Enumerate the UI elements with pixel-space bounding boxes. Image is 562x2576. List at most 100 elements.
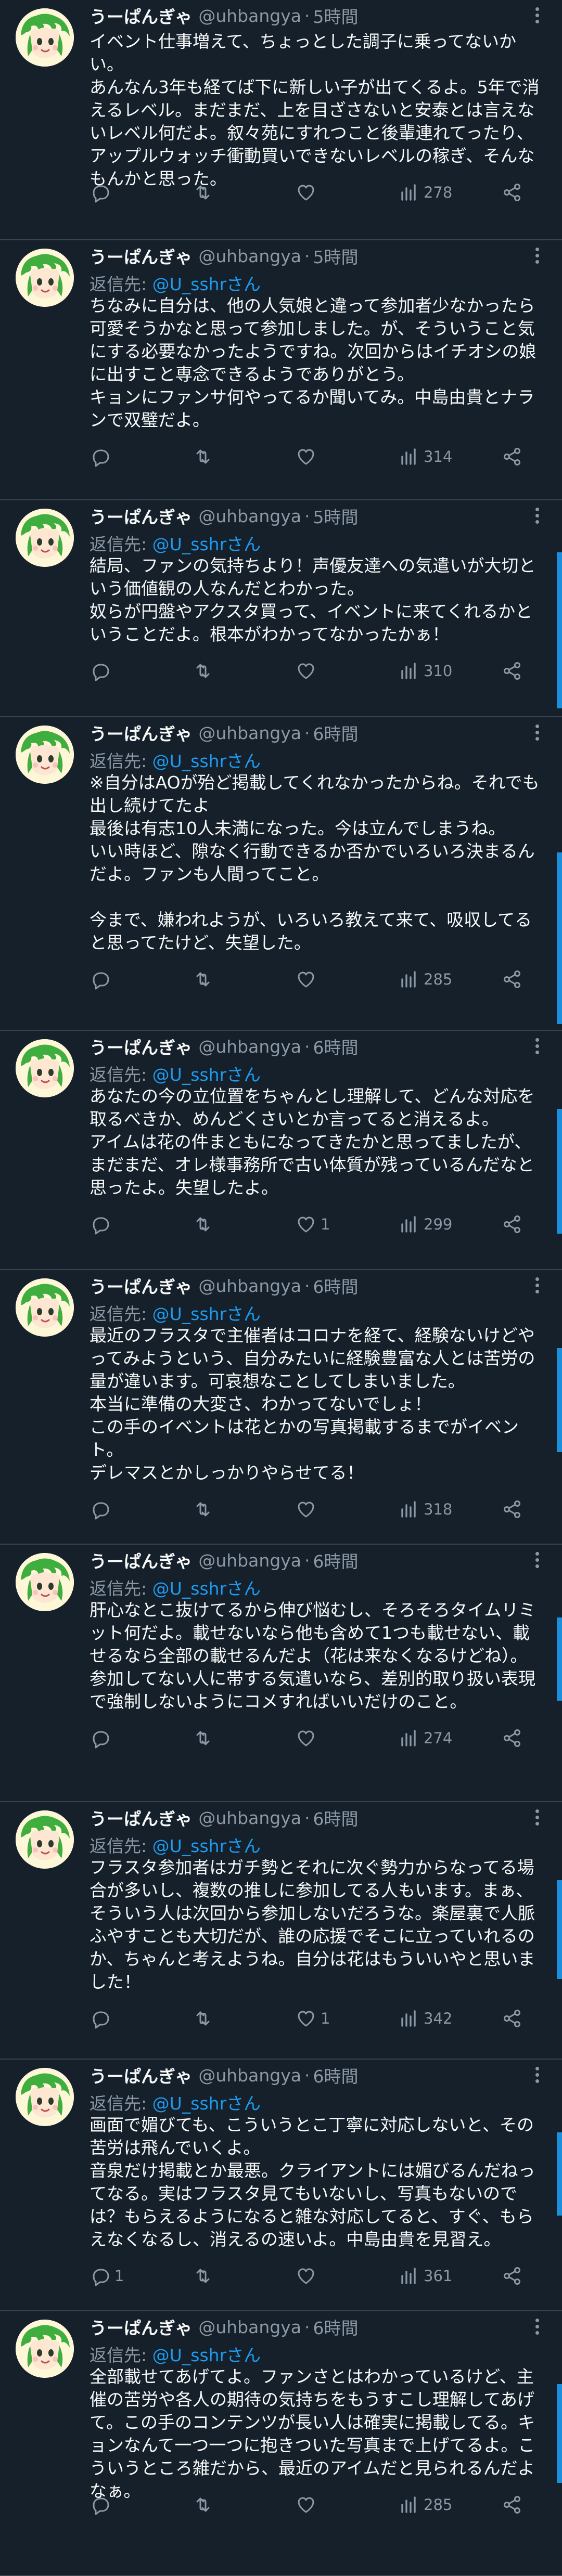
tweet[interactable]: うーぱんぎゃ @uhbangya · 6時間 返信先: @U_sshrさん あなたの今の立… — [0, 1031, 562, 1270]
reply-button[interactable] — [90, 2004, 114, 2033]
avatar[interactable] — [16, 1278, 74, 1337]
retweet-button[interactable] — [193, 442, 218, 471]
share-button[interactable] — [502, 656, 522, 685]
user-handle[interactable]: @uhbangya — [198, 723, 301, 743]
tweet[interactable]: うーぱんぎゃ @uhbangya · 5時間 返信先: @U_sshrさん ちなみに自分は… — [0, 240, 562, 500]
like-button[interactable] — [296, 2490, 321, 2519]
reply-button[interactable] — [90, 656, 114, 685]
display-name[interactable]: うーぱんぎゃ — [90, 1548, 192, 1573]
user-handle[interactable]: @uhbangya — [198, 1550, 301, 1571]
user-handle[interactable]: @uhbangya — [198, 1808, 301, 1828]
avatar[interactable] — [16, 726, 74, 784]
share-button[interactable] — [502, 2004, 522, 2033]
views-button[interactable]: 285 — [399, 965, 452, 994]
views-button[interactable]: 342 — [399, 2004, 452, 2033]
avatar[interactable] — [16, 8, 74, 67]
reply-button[interactable] — [90, 1495, 114, 1524]
tweet[interactable]: うーぱんぎゃ @uhbangya · 6時間 返信先: @U_sshrさん 画面で媚びても… — [0, 2060, 562, 2311]
retweet-button[interactable] — [193, 965, 218, 994]
more-icon[interactable] — [531, 1807, 543, 1828]
tweet[interactable]: うーぱんぎゃ @uhbangya · 6時間 返信先: @U_sshrさん 最近のフラスタ… — [0, 1270, 562, 1545]
retweet-button[interactable] — [193, 1724, 218, 1753]
views-button[interactable]: 361 — [399, 2261, 452, 2290]
views-button[interactable]: 299 — [399, 1210, 452, 1239]
tweet[interactable]: うーぱんぎゃ @uhbangya · 6時間 返信先: @U_sshrさん フラスタ参加者… — [0, 1802, 562, 2060]
more-icon[interactable] — [531, 5, 543, 26]
tweet-time[interactable]: 6時間 — [313, 2314, 358, 2339]
like-button[interactable] — [296, 178, 321, 207]
tweet-time[interactable]: 5時間 — [313, 243, 358, 268]
user-handle[interactable]: @uhbangya — [198, 6, 301, 26]
avatar[interactable] — [16, 1553, 74, 1611]
retweet-button[interactable] — [193, 2261, 218, 2290]
tweet[interactable]: うーぱんぎゃ @uhbangya · 6時間 返信先: @U_sshrさん 肝心なとこ抜け… — [0, 1545, 562, 1802]
like-button[interactable]: 1 — [296, 1210, 330, 1239]
display-name[interactable]: うーぱんぎゃ — [90, 2063, 192, 2088]
avatar[interactable] — [16, 1810, 74, 1869]
display-name[interactable]: うーぱんぎゃ — [90, 503, 192, 528]
user-handle[interactable]: @uhbangya — [198, 1037, 301, 1057]
like-button[interactable] — [296, 1724, 321, 1753]
tweet[interactable]: うーぱんぎゃ @uhbangya · 6時間 返信先: @U_sshrさん 全部載せてあげ… — [0, 2311, 562, 2576]
user-handle[interactable]: @uhbangya — [198, 506, 301, 526]
share-button[interactable] — [502, 2490, 522, 2519]
like-button[interactable] — [296, 442, 321, 471]
more-icon[interactable] — [531, 2316, 543, 2337]
reply-to-mention[interactable]: @U_sshrさん — [152, 1065, 261, 1085]
reply-to-mention[interactable]: @U_sshrさん — [152, 1304, 261, 1324]
tweet-time[interactable]: 6時間 — [313, 1034, 358, 1059]
avatar[interactable] — [16, 509, 74, 567]
share-button[interactable] — [502, 1724, 522, 1753]
retweet-button[interactable] — [193, 656, 218, 685]
share-button[interactable] — [502, 1495, 522, 1524]
user-handle[interactable]: @uhbangya — [198, 2317, 301, 2337]
retweet-button[interactable] — [193, 178, 218, 207]
share-button[interactable] — [502, 178, 522, 207]
more-icon[interactable] — [531, 1036, 543, 1057]
display-name[interactable]: うーぱんぎゃ — [90, 720, 192, 745]
like-button[interactable] — [296, 2261, 321, 2290]
tweet[interactable]: うーぱんぎゃ @uhbangya · 5時間 返信先: @U_sshrさん 結局、ファンの… — [0, 500, 562, 717]
retweet-button[interactable] — [193, 1495, 218, 1524]
share-button[interactable] — [502, 965, 522, 994]
reply-to-mention[interactable]: @U_sshrさん — [152, 274, 261, 294]
display-name[interactable]: うーぱんぎゃ — [90, 1805, 192, 1830]
display-name[interactable]: うーぱんぎゃ — [90, 2314, 192, 2339]
reply-to-mention[interactable]: @U_sshrさん — [152, 1578, 261, 1599]
views-button[interactable]: 314 — [399, 442, 452, 471]
tweet-time[interactable]: 6時間 — [313, 720, 358, 745]
reply-to-mention[interactable]: @U_sshrさん — [152, 2345, 261, 2365]
reply-button[interactable]: 1 — [90, 2261, 124, 2290]
tweet-time[interactable]: 5時間 — [313, 503, 358, 528]
reply-to-mention[interactable]: @U_sshrさん — [152, 2093, 261, 2114]
tweet-time[interactable]: 6時間 — [313, 1273, 358, 1298]
more-icon[interactable] — [531, 1275, 543, 1296]
views-button[interactable]: 285 — [399, 2490, 452, 2519]
avatar[interactable] — [16, 2068, 74, 2126]
more-icon[interactable] — [531, 722, 543, 743]
user-handle[interactable]: @uhbangya — [198, 1276, 301, 1296]
user-handle[interactable]: @uhbangya — [198, 246, 301, 266]
avatar[interactable] — [16, 2320, 74, 2378]
reply-button[interactable] — [90, 965, 114, 994]
display-name[interactable]: うーぱんぎゃ — [90, 243, 192, 268]
views-button[interactable]: 278 — [399, 178, 452, 207]
avatar[interactable] — [16, 249, 74, 307]
more-icon[interactable] — [531, 506, 543, 526]
share-button[interactable] — [502, 1210, 522, 1239]
like-button[interactable]: 1 — [296, 2004, 330, 2033]
reply-button[interactable] — [90, 1724, 114, 1753]
like-button[interactable] — [296, 965, 321, 994]
tweet[interactable]: うーぱんぎゃ @uhbangya · 5時間 イベント仕事増えて、ちょっとした調子に乗っ… — [0, 0, 562, 240]
retweet-button[interactable] — [193, 1210, 218, 1239]
like-button[interactable] — [296, 1495, 321, 1524]
user-handle[interactable]: @uhbangya — [198, 2065, 301, 2086]
share-button[interactable] — [502, 2261, 522, 2290]
avatar[interactable] — [16, 1039, 74, 1097]
reply-button[interactable] — [90, 1210, 114, 1239]
display-name[interactable]: うーぱんぎゃ — [90, 1034, 192, 1059]
reply-to-mention[interactable]: @U_sshrさん — [152, 534, 261, 554]
reply-to-mention[interactable]: @U_sshrさん — [152, 1836, 261, 1856]
tweet-time[interactable]: 6時間 — [313, 1805, 358, 1830]
tweet-time[interactable]: 6時間 — [313, 1548, 358, 1573]
